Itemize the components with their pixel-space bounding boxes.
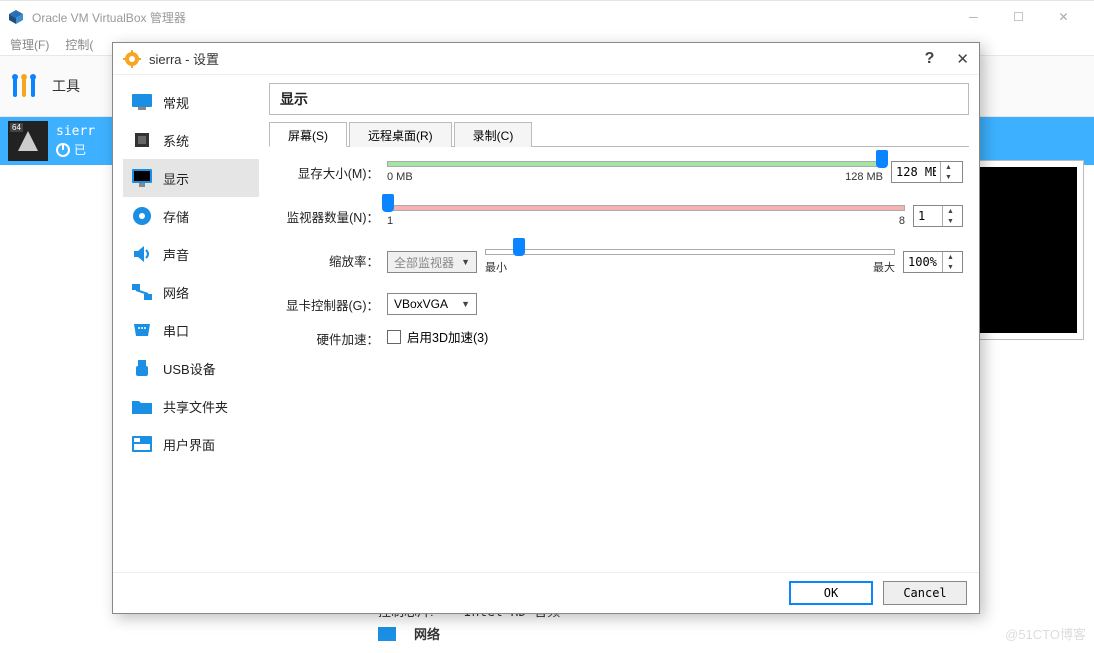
watermark: @51CTO博客: [1005, 624, 1086, 643]
tab-screen[interactable]: 屏幕(S): [269, 122, 347, 147]
monitors-input[interactable]: [914, 206, 942, 226]
scale-input[interactable]: [904, 252, 942, 272]
vm-thumbnail: 64: [8, 121, 48, 161]
tools-icon: [8, 69, 42, 103]
vram-input[interactable]: [892, 162, 940, 182]
row-hwaccel: 硬件加速： 启用3D加速(3): [275, 327, 963, 348]
tools-label[interactable]: 工具: [52, 76, 80, 96]
maximize-button[interactable]: ☐: [996, 1, 1041, 33]
tab-record[interactable]: 录制(C): [454, 122, 533, 147]
vm-preview[interactable]: [969, 160, 1084, 340]
minimize-button[interactable]: ─: [951, 1, 996, 33]
close-button[interactable]: ✕: [1041, 1, 1086, 33]
monitors-max-label: 8: [899, 215, 905, 227]
sidebar-item-display[interactable]: 显示: [123, 159, 259, 197]
settings-dialog: sierra - 设置 ? ✕ 常规 系统 显示 存储: [112, 42, 980, 614]
dialog-close-button[interactable]: ✕: [956, 50, 969, 68]
spin-down[interactable]: ▼: [941, 172, 956, 182]
vram-slider-thumb[interactable]: [876, 150, 888, 168]
scale-label: 缩放率：: [275, 249, 379, 270]
spin-up[interactable]: ▲: [941, 162, 956, 172]
help-button[interactable]: ?: [925, 50, 935, 68]
row-vram: 显存大小(M)： 0 MB 128 MB: [275, 161, 963, 183]
vram-max-label: 128 MB: [845, 171, 883, 183]
chevron-down-icon: ▼: [461, 299, 470, 309]
enable-3d-label: 启用3D加速(3): [407, 327, 488, 346]
storage-icon: [131, 205, 153, 227]
ui-icon: [131, 433, 153, 455]
scale-min-label: 最小: [485, 259, 507, 275]
main-titlebar: Oracle VM VirtualBox 管理器 ─ ☐ ✕: [0, 1, 1094, 33]
sidebar-item-shared-folder[interactable]: 共享文件夹: [123, 387, 259, 425]
network-icon: [378, 627, 396, 641]
monitors-spinbox[interactable]: ▲▼: [913, 205, 963, 227]
display-icon: [131, 167, 153, 189]
dialog-buttons: OK Cancel: [113, 572, 979, 613]
tab-content-screen: 显存大小(M)： 0 MB 128 MB: [269, 147, 969, 354]
monitors-slider[interactable]: 1 8: [387, 205, 905, 227]
scale-slider-thumb[interactable]: [513, 238, 525, 256]
vram-spinbox[interactable]: ▲▼: [891, 161, 963, 183]
general-icon: [131, 91, 153, 113]
spin-up[interactable]: ▲: [943, 252, 958, 262]
chevron-down-icon: ▼: [461, 257, 470, 267]
dialog-title: sierra - 设置: [149, 49, 219, 68]
menu-control[interactable]: 控制(: [65, 36, 93, 53]
enable-3d-checkbox-row[interactable]: 启用3D加速(3): [387, 327, 488, 346]
tabbar: 屏幕(S) 远程桌面(R) 录制(C): [269, 121, 969, 147]
cancel-button[interactable]: Cancel: [883, 581, 967, 605]
serial-icon: [131, 319, 153, 341]
monitors-slider-thumb[interactable]: [382, 194, 394, 212]
tab-remote[interactable]: 远程桌面(R): [349, 122, 452, 147]
vram-min-label: 0 MB: [387, 171, 413, 183]
network-label: 网络: [414, 624, 440, 643]
preview-panel: [969, 160, 1084, 340]
spin-down[interactable]: ▼: [943, 262, 958, 272]
settings-content: 显示 屏幕(S) 远程桌面(R) 录制(C) 显存大小(M)：: [269, 83, 969, 566]
row-monitors: 监视器数量(N)： 1 8: [275, 205, 963, 227]
shared-folder-icon: [131, 395, 153, 417]
vram-slider[interactable]: 0 MB 128 MB: [387, 161, 883, 183]
gear-icon: [123, 50, 141, 68]
ok-button[interactable]: OK: [789, 581, 873, 605]
sidebar-item-ui[interactable]: 用户界面: [123, 425, 259, 463]
gpu-label: 显卡控制器(G)：: [275, 293, 379, 314]
power-icon: [56, 143, 70, 157]
sidebar-item-general[interactable]: 常规: [123, 83, 259, 121]
virtualbox-icon: [8, 9, 24, 25]
dialog-titlebar: sierra - 设置 ? ✕: [113, 43, 979, 75]
monitors-label: 监视器数量(N)：: [275, 205, 379, 226]
sidebar-item-network[interactable]: 网络: [123, 273, 259, 311]
sidebar-item-storage[interactable]: 存储: [123, 197, 259, 235]
sidebar-item-audio[interactable]: 声音: [123, 235, 259, 273]
enable-3d-checkbox[interactable]: [387, 330, 401, 344]
sidebar-item-usb[interactable]: USB设备: [123, 349, 259, 387]
hwaccel-label: 硬件加速：: [275, 327, 379, 348]
spin-down[interactable]: ▼: [943, 216, 958, 226]
scale-slider[interactable]: 最小 最大: [485, 249, 895, 275]
row-scale: 缩放率： 全部监视器 ▼ 最小 最大: [275, 249, 963, 275]
main-window-title: Oracle VM VirtualBox 管理器: [32, 9, 186, 26]
row-gpu: 显卡控制器(G)： VBoxVGA ▼: [275, 293, 963, 315]
sidebar-item-system[interactable]: 系统: [123, 121, 259, 159]
vm-name: sierr: [56, 124, 95, 139]
scale-spinbox[interactable]: ▲▼: [903, 251, 963, 273]
settings-sidebar: 常规 系统 显示 存储 声音 网络: [123, 83, 259, 566]
sidebar-item-serial[interactable]: 串口: [123, 311, 259, 349]
content-header: 显示: [269, 83, 969, 115]
audio-icon: [131, 243, 153, 265]
spin-up[interactable]: ▲: [943, 206, 958, 216]
network-icon: [131, 281, 153, 303]
scale-max-label: 最大: [873, 259, 895, 275]
scale-monitor-combo[interactable]: 全部监视器 ▼: [387, 251, 477, 273]
gpu-combo[interactable]: VBoxVGA ▼: [387, 293, 477, 315]
usb-icon: [131, 357, 153, 379]
monitors-min-label: 1: [387, 215, 393, 227]
vm-state: 已: [56, 141, 95, 158]
system-icon: [131, 129, 153, 151]
vram-label: 显存大小(M)：: [275, 161, 379, 182]
menu-file[interactable]: 管理(F): [10, 36, 49, 53]
